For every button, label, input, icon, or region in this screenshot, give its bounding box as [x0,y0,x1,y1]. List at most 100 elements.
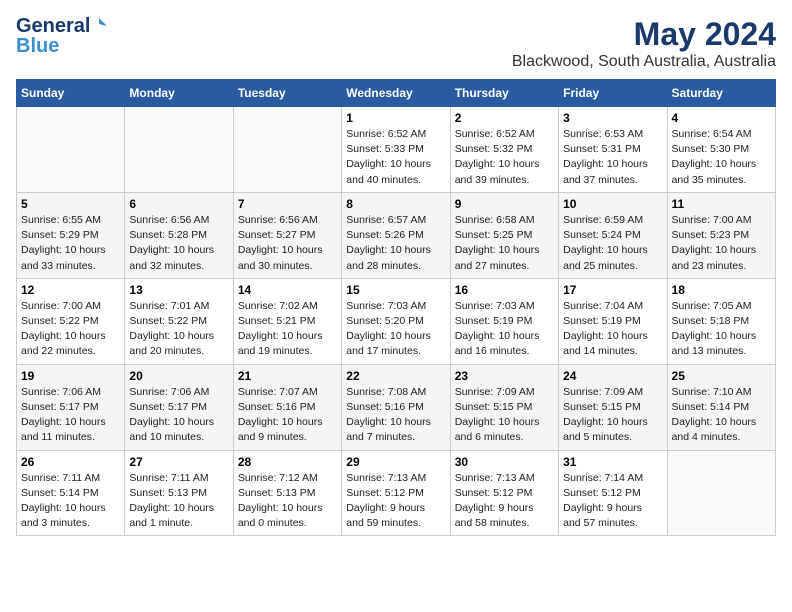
calendar-table: SundayMondayTuesdayWednesdayThursdayFrid… [16,79,776,536]
day-info: Sunrise: 6:56 AM Sunset: 5:27 PM Dayligh… [238,213,337,274]
calendar-cell: 16 Sunrise: 7:03 AM Sunset: 5:19 PM Dayli… [450,278,558,364]
day-number: 21 [238,369,337,383]
calendar-cell: 10 Sunrise: 6:59 AM Sunset: 5:24 PM Dayli… [559,192,667,278]
day-info: Sunrise: 7:05 AM Sunset: 5:18 PM Dayligh… [672,299,771,360]
calendar-cell: 17Sunrise: 7:04 AM Sunset: 5:19 PM Dayli… [559,278,667,364]
day-number: 24 [563,369,662,383]
day-number: 23 [455,369,554,383]
calendar-cell [17,107,125,193]
day-info: Sunrise: 6:59 AM Sunset: 5:24 PM Dayligh… [563,213,662,274]
calendar-cell: 4 Sunrise: 6:54 AM Sunset: 5:30 PM Daylig… [667,107,775,193]
day-number: 4 [672,111,771,125]
calendar-cell: 23Sunrise: 7:09 AM Sunset: 5:15 PM Dayli… [450,364,558,450]
day-number: 22 [346,369,445,383]
calendar-cell: 1 Sunrise: 6:52 AM Sunset: 5:33 PM Daylig… [342,107,450,193]
day-number: 29 [346,455,445,469]
day-info: Sunrise: 7:02 AM Sunset: 5:21 PM Dayligh… [238,299,337,360]
calendar-week-row: 12 Sunrise: 7:00 AM Sunset: 5:22 PM Dayli… [17,278,776,364]
day-info: Sunrise: 7:07 AM Sunset: 5:16 PM Dayligh… [238,385,337,446]
col-header-saturday: Saturday [667,80,775,107]
day-number: 7 [238,197,337,211]
logo-general-text: General [16,16,90,36]
calendar-cell: 31 Sunrise: 7:14 AM Sunset: 5:12 PM Dayli… [559,450,667,536]
day-number: 8 [346,197,445,211]
day-info: Sunrise: 6:53 AM Sunset: 5:31 PM Dayligh… [563,127,662,188]
calendar-cell: 28 Sunrise: 7:12 AM Sunset: 5:13 PM Dayli… [233,450,341,536]
day-info: Sunrise: 6:58 AM Sunset: 5:25 PM Dayligh… [455,213,554,274]
day-number: 5 [21,197,120,211]
calendar-week-row: 1 Sunrise: 6:52 AM Sunset: 5:33 PM Daylig… [17,107,776,193]
page-header: General Blue May 2024 Blackwood, South A… [16,16,776,71]
calendar-cell: 9 Sunrise: 6:58 AM Sunset: 5:25 PM Daylig… [450,192,558,278]
calendar-cell: 19 Sunrise: 7:06 AM Sunset: 5:17 PM Dayli… [17,364,125,450]
day-info: Sunrise: 7:00 AM Sunset: 5:22 PM Dayligh… [21,299,120,360]
subtitle: Blackwood, South Australia, Australia [512,53,776,71]
day-info: Sunrise: 7:03 AM Sunset: 5:19 PM Dayligh… [455,299,554,360]
day-number: 1 [346,111,445,125]
day-number: 3 [563,111,662,125]
calendar-cell: 27Sunrise: 7:11 AM Sunset: 5:13 PM Dayli… [125,450,233,536]
day-number: 26 [21,455,120,469]
day-info: Sunrise: 7:11 AM Sunset: 5:14 PM Dayligh… [21,471,120,532]
day-number: 28 [238,455,337,469]
day-info: Sunrise: 6:55 AM Sunset: 5:29 PM Dayligh… [21,213,120,274]
col-header-monday: Monday [125,80,233,107]
day-number: 17 [563,283,662,297]
day-info: Sunrise: 7:12 AM Sunset: 5:13 PM Dayligh… [238,471,337,532]
calendar-cell: 8 Sunrise: 6:57 AM Sunset: 5:26 PM Daylig… [342,192,450,278]
calendar-cell: 29Sunrise: 7:13 AM Sunset: 5:12 PM Dayli… [342,450,450,536]
day-info: Sunrise: 7:13 AM Sunset: 5:12 PM Dayligh… [455,471,554,532]
day-number: 10 [563,197,662,211]
day-number: 30 [455,455,554,469]
calendar-cell: 12 Sunrise: 7:00 AM Sunset: 5:22 PM Dayli… [17,278,125,364]
day-info: Sunrise: 7:01 AM Sunset: 5:22 PM Dayligh… [129,299,228,360]
day-info: Sunrise: 6:52 AM Sunset: 5:32 PM Dayligh… [455,127,554,188]
logo-bird-icon [91,16,107,32]
day-number: 19 [21,369,120,383]
col-header-thursday: Thursday [450,80,558,107]
calendar-cell: 14Sunrise: 7:02 AM Sunset: 5:21 PM Dayli… [233,278,341,364]
calendar-cell: 18 Sunrise: 7:05 AM Sunset: 5:18 PM Dayli… [667,278,775,364]
calendar-week-row: 26 Sunrise: 7:11 AM Sunset: 5:14 PM Dayli… [17,450,776,536]
calendar-cell: 7 Sunrise: 6:56 AM Sunset: 5:27 PM Daylig… [233,192,341,278]
day-info: Sunrise: 7:14 AM Sunset: 5:12 PM Dayligh… [563,471,662,532]
day-info: Sunrise: 7:06 AM Sunset: 5:17 PM Dayligh… [21,385,120,446]
day-number: 12 [21,283,120,297]
day-number: 9 [455,197,554,211]
calendar-cell: 22 Sunrise: 7:08 AM Sunset: 5:16 PM Dayli… [342,364,450,450]
day-info: Sunrise: 7:08 AM Sunset: 5:16 PM Dayligh… [346,385,445,446]
day-number: 2 [455,111,554,125]
calendar-week-row: 19 Sunrise: 7:06 AM Sunset: 5:17 PM Dayli… [17,364,776,450]
day-info: Sunrise: 6:57 AM Sunset: 5:26 PM Dayligh… [346,213,445,274]
day-number: 20 [129,369,228,383]
day-number: 11 [672,197,771,211]
calendar-cell: 15Sunrise: 7:03 AM Sunset: 5:20 PM Dayli… [342,278,450,364]
calendar-cell: 25 Sunrise: 7:10 AM Sunset: 5:14 PM Dayli… [667,364,775,450]
calendar-cell: 13 Sunrise: 7:01 AM Sunset: 5:22 PM Dayli… [125,278,233,364]
calendar-cell: 11 Sunrise: 7:00 AM Sunset: 5:23 PM Dayli… [667,192,775,278]
day-info: Sunrise: 6:56 AM Sunset: 5:28 PM Dayligh… [129,213,228,274]
main-title: May 2024 [512,16,776,53]
col-header-wednesday: Wednesday [342,80,450,107]
day-info: Sunrise: 7:00 AM Sunset: 5:23 PM Dayligh… [672,213,771,274]
day-info: Sunrise: 6:52 AM Sunset: 5:33 PM Dayligh… [346,127,445,188]
day-number: 18 [672,283,771,297]
day-info: Sunrise: 7:09 AM Sunset: 5:15 PM Dayligh… [563,385,662,446]
day-number: 25 [672,369,771,383]
day-number: 31 [563,455,662,469]
col-header-sunday: Sunday [17,80,125,107]
calendar-cell: 20 Sunrise: 7:06 AM Sunset: 5:17 PM Dayli… [125,364,233,450]
day-number: 16 [455,283,554,297]
calendar-cell [233,107,341,193]
calendar-cell: 3 Sunrise: 6:53 AM Sunset: 5:31 PM Daylig… [559,107,667,193]
day-number: 13 [129,283,228,297]
calendar-cell: 6Sunrise: 6:56 AM Sunset: 5:28 PM Daylig… [125,192,233,278]
calendar-header: SundayMondayTuesdayWednesdayThursdayFrid… [17,80,776,107]
day-info: Sunrise: 7:06 AM Sunset: 5:17 PM Dayligh… [129,385,228,446]
calendar-cell [667,450,775,536]
day-info: Sunrise: 7:10 AM Sunset: 5:14 PM Dayligh… [672,385,771,446]
day-info: Sunrise: 7:03 AM Sunset: 5:20 PM Dayligh… [346,299,445,360]
day-info: Sunrise: 6:54 AM Sunset: 5:30 PM Dayligh… [672,127,771,188]
col-header-tuesday: Tuesday [233,80,341,107]
calendar-cell [125,107,233,193]
